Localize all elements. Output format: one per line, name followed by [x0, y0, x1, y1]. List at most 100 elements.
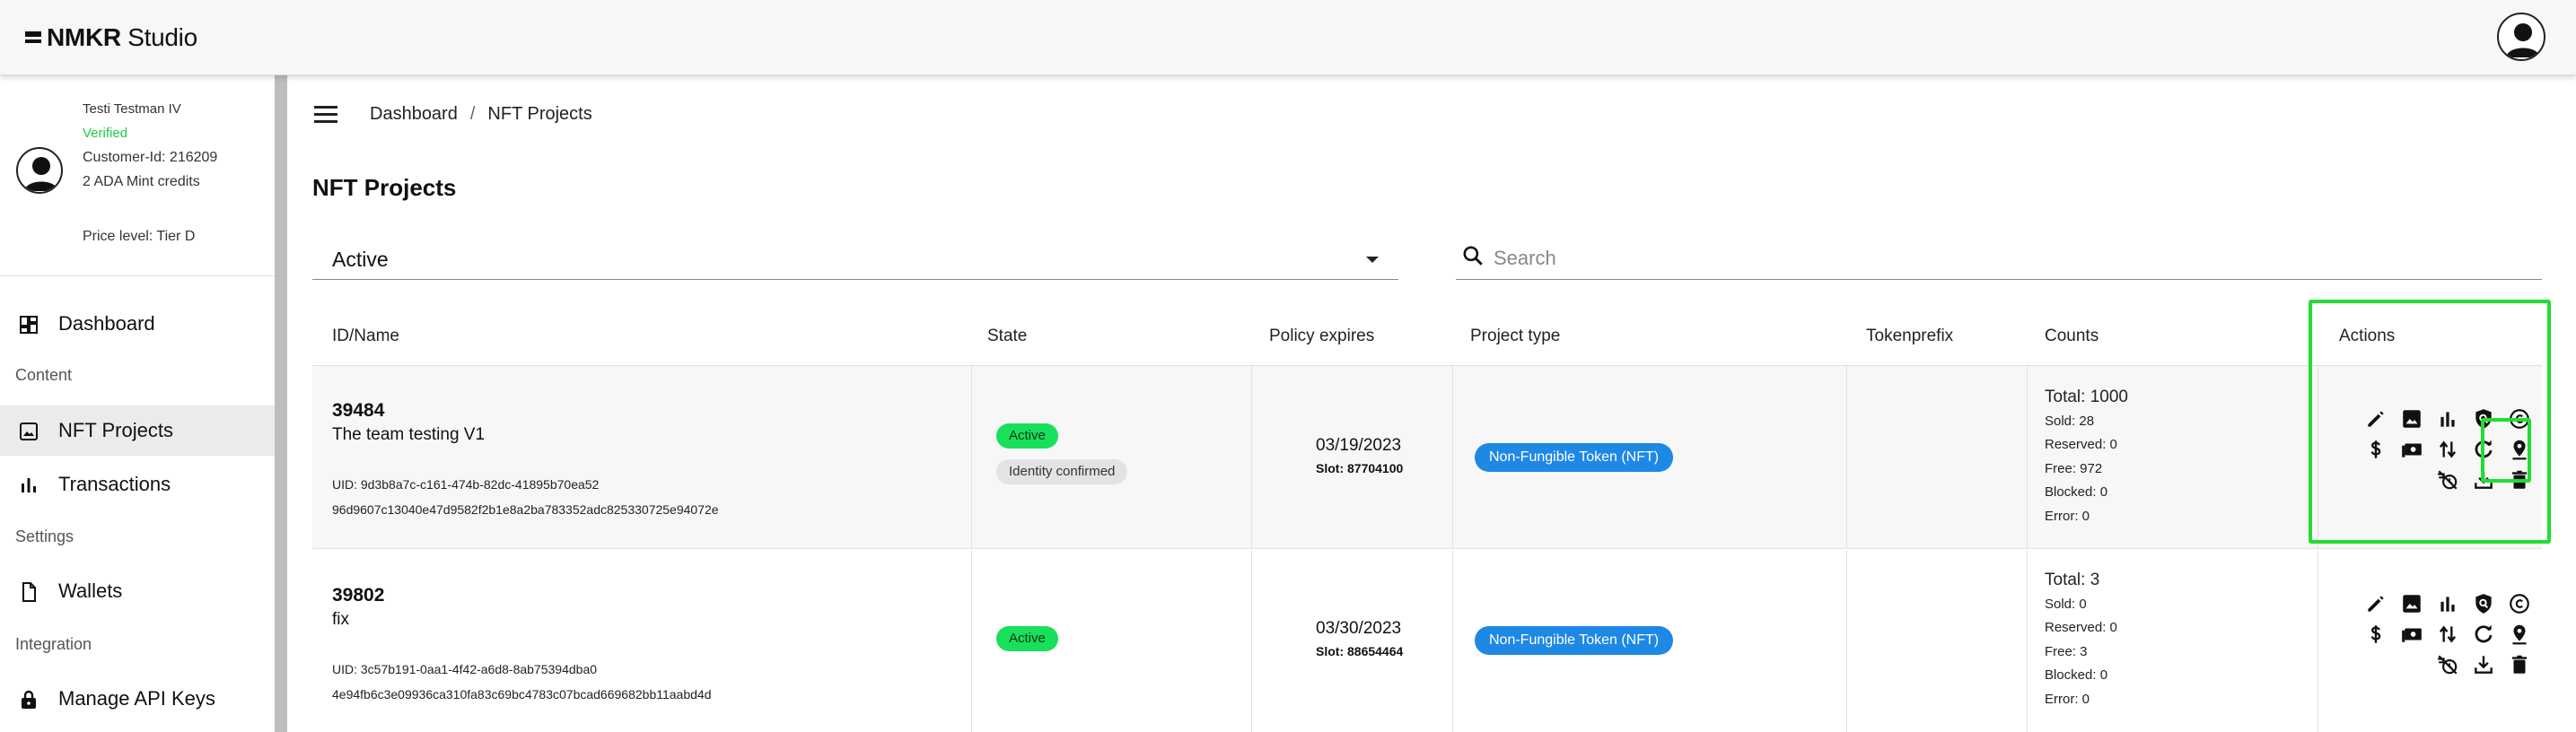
project-name: The team testing V1	[332, 425, 486, 444]
profile-name: Testi Testman IV	[83, 101, 181, 117]
state-filter-select[interactable]: Active	[312, 239, 1398, 280]
avatar	[16, 147, 63, 194]
view-nfts-button[interactable]	[2400, 407, 2423, 431]
top-app-bar: NMKR Studio	[0, 0, 2576, 75]
sidebar: Testi Testman IV Verified Customer-Id: 2…	[0, 75, 275, 732]
pricelist-button[interactable]	[2364, 623, 2388, 646]
column-header-policy-expires: Policy expires	[1269, 327, 1375, 345]
payment-button[interactable]	[2400, 623, 2423, 646]
pricelist-button[interactable]	[2364, 438, 2388, 461]
image-icon	[2403, 410, 2421, 428]
project-id: 39484	[332, 400, 385, 421]
project-name: fix	[332, 610, 349, 629]
project-id: 39802	[332, 585, 385, 606]
verify-policy-button[interactable]	[2472, 592, 2495, 615]
location-button[interactable]	[2508, 438, 2531, 461]
pencil-icon	[2368, 596, 2384, 612]
sidebar-item-wallets[interactable]: Wallets	[0, 566, 275, 616]
search-input[interactable]	[1494, 242, 2526, 274]
user-icon	[2506, 23, 2540, 57]
table-header: ID/Name State Policy expires Project typ…	[312, 307, 2542, 366]
sidebar-item-transactions[interactable]: Transactions	[0, 459, 275, 510]
timer-off-button[interactable]	[2436, 468, 2459, 492]
copyright-icon	[2510, 409, 2529, 429]
policy-expires-date: 03/30/2023	[1316, 619, 1402, 638]
customer-id: Customer-Id: 216209	[83, 150, 218, 165]
payment-button[interactable]	[2400, 438, 2423, 461]
sidebar-item-dashboard[interactable]: Dashboard	[0, 299, 275, 349]
main-content: Dashboard / NFT Projects NFT Projects Ac…	[287, 75, 2576, 732]
timer-off-icon	[2438, 655, 2458, 675]
copyright-icon	[2510, 594, 2529, 614]
location-button[interactable]	[2508, 623, 2531, 646]
brand-logo[interactable]: NMKR Studio	[25, 22, 197, 54]
refresh-button[interactable]	[2472, 623, 2495, 646]
dollar-icon	[2370, 625, 2381, 643]
delete-project-button[interactable]	[2508, 468, 2531, 492]
counts-cell: Total: 1000 Sold: 28 Reserved: 0 Free: 9…	[2045, 386, 2128, 528]
breadcrumb-dashboard-link[interactable]: Dashboard	[370, 104, 458, 125]
breadcrumb-current: NFT Projects	[487, 104, 592, 124]
count-error: Error: 0	[2045, 691, 2090, 707]
sidebar-item-nft-projects[interactable]: NFT Projects	[0, 405, 275, 456]
verify-policy-button[interactable]	[2472, 407, 2495, 431]
count-blocked: Blocked: 0	[2045, 484, 2108, 500]
timer-off-button[interactable]	[2436, 653, 2459, 676]
policy-expires-date: 03/19/2023	[1316, 436, 1402, 455]
swap-button[interactable]	[2436, 438, 2459, 461]
chevron-down-icon	[1366, 257, 1379, 263]
count-total: Total: 1000	[2045, 388, 2128, 406]
count-error: Error: 0	[2045, 508, 2090, 524]
count-sold: Sold: 28	[2045, 413, 2095, 429]
sidebar-item-label: Dashboard	[58, 312, 155, 335]
image-icon	[2403, 595, 2421, 613]
sidebar-item-manage-api-keys[interactable]: Manage API Keys	[0, 674, 275, 724]
hamburger-menu-icon[interactable]	[314, 106, 337, 124]
trash-icon	[2511, 470, 2528, 489]
policy-slot: Slot: 88654464	[1316, 644, 1404, 658]
count-total: Total: 3	[2045, 571, 2100, 589]
breadcrumb-separator: /	[469, 104, 476, 124]
download-button[interactable]	[2472, 468, 2495, 492]
statistics-button[interactable]	[2436, 592, 2459, 615]
edit-project-button[interactable]	[2364, 592, 2388, 615]
copyright-button[interactable]	[2508, 592, 2531, 615]
download-button[interactable]	[2472, 653, 2495, 676]
bar-chart-icon	[2440, 597, 2455, 612]
account-avatar-button[interactable]	[2497, 13, 2545, 61]
count-free: Free: 972	[2045, 460, 2103, 476]
dashboard-icon	[20, 316, 38, 334]
sidebar-section-content: Content	[15, 366, 73, 384]
column-header-actions: Actions	[2339, 327, 2396, 345]
view-nfts-button[interactable]	[2400, 592, 2423, 615]
pencil-icon	[2368, 411, 2384, 427]
project-uid: UID: 3c57b191-0aa1-4f42-a6d8-8ab75394dba…	[332, 662, 598, 676]
count-reserved: Reserved: 0	[2045, 437, 2117, 452]
download-icon	[2475, 656, 2493, 674]
refresh-button[interactable]	[2472, 438, 2495, 461]
column-header-counts: Counts	[2045, 327, 2099, 345]
column-header-project-type: Project type	[1470, 327, 1561, 345]
delete-project-button[interactable]	[2508, 653, 2531, 676]
status-badge: Active	[996, 423, 1058, 449]
download-icon	[2475, 471, 2493, 489]
swap-icon	[2439, 625, 2457, 643]
count-blocked: Blocked: 0	[2045, 667, 2108, 683]
project-type-badge: Non-Fungible Token (NFT)	[1475, 626, 1674, 655]
project-uid: UID: 9d3b8a7c-c161-474b-82dc-41895b70ea5…	[332, 477, 600, 492]
refresh-icon	[2475, 624, 2493, 643]
copyright-button[interactable]	[2508, 407, 2531, 431]
lock-icon	[22, 690, 36, 709]
sidebar-item-label: Manage API Keys	[58, 687, 215, 710]
sidebar-item-label: NFT Projects	[58, 419, 173, 441]
sidebar-scrollbar[interactable]	[275, 75, 287, 732]
search-field[interactable]	[1456, 239, 2542, 280]
swap-button[interactable]	[2436, 623, 2459, 646]
statistics-button[interactable]	[2436, 407, 2459, 431]
brand-suffix: Studio	[120, 23, 197, 51]
payment-icon	[2402, 628, 2422, 642]
edit-project-button[interactable]	[2364, 407, 2388, 431]
table-row: 39802 fix UID: 3c57b191-0aa1-4f42-a6d8-8…	[312, 551, 2542, 732]
location-pin-icon	[2512, 624, 2527, 645]
column-header-tokenprefix: Tokenprefix	[1866, 327, 1954, 345]
